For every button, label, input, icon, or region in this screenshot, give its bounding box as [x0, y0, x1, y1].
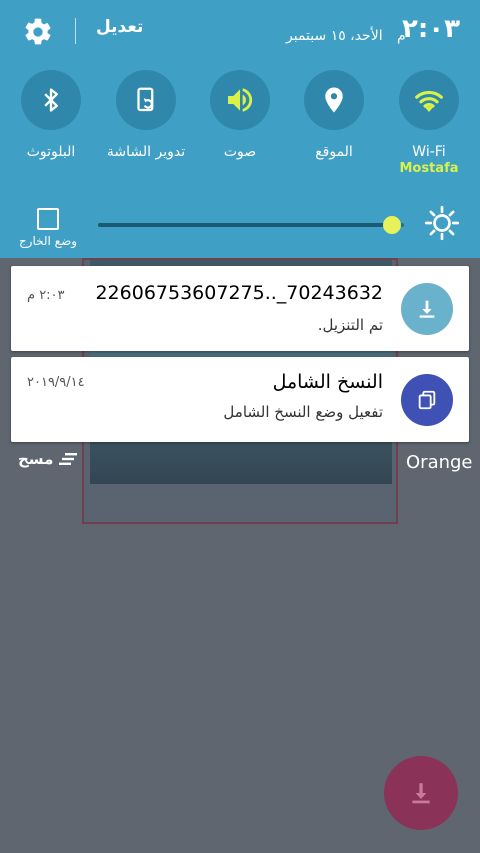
tile-location-label: الموقع — [315, 144, 353, 160]
notification-title: النسخ الشامل — [272, 371, 383, 393]
notification-body: تفعيل وضع النسخ الشامل — [223, 403, 383, 421]
notification-time: ٢:٠٣ م — [27, 288, 65, 303]
outdoor-mode-checkbox[interactable] — [37, 208, 59, 230]
tile-sound-label: صوت — [223, 144, 257, 160]
outdoor-mode-label: وضع الخارج — [18, 234, 78, 248]
clear-all-icon — [59, 453, 78, 465]
gear-icon[interactable] — [22, 16, 54, 48]
download-arrow-icon — [419, 300, 435, 318]
tile-wifi[interactable]: Wi-Fi Mostafa — [385, 70, 473, 176]
tile-bluetooth-circle[interactable] — [21, 70, 81, 130]
copy-icon — [401, 374, 453, 426]
clear-label: مسح — [18, 450, 54, 468]
tile-location-circle[interactable] — [304, 70, 364, 130]
tile-bluetooth[interactable]: البلوتوث — [7, 70, 95, 162]
brightness-slider-thumb[interactable] — [383, 216, 402, 234]
copy-pages-icon — [418, 390, 436, 410]
download-icon — [412, 783, 430, 804]
wifi-icon — [415, 90, 443, 113]
tile-rotate[interactable]: تدوير الشاشة — [102, 70, 190, 162]
header-divider — [75, 18, 76, 44]
download-icon — [401, 283, 453, 335]
notification-time: ٢٠١٩/٩/١٤ — [27, 375, 85, 390]
tile-wifi-circle[interactable] — [399, 70, 459, 130]
location-pin-icon — [325, 87, 343, 113]
tile-wifi-network: Mostafa — [399, 161, 459, 176]
download-fab[interactable] — [384, 756, 458, 830]
speaker-icon — [228, 88, 253, 112]
notification-download[interactable]: 22606753607275.._70243632 تم التنزيل. ٢:… — [11, 266, 469, 351]
carrier-label: Orange — [406, 452, 473, 473]
tile-rotate-label: تدوير الشاشة — [106, 144, 186, 160]
status-header: تعديل الأحد، ١٥ سبتمبر م ٢:٠٣ — [0, 0, 480, 62]
brightness-slider-fill — [98, 223, 393, 227]
bluetooth-icon — [44, 88, 58, 112]
brightness-icon[interactable] — [424, 205, 460, 241]
notification-clipboard[interactable]: النسخ الشامل تفعيل وضع النسخ الشامل ٢٠١٩… — [11, 357, 469, 442]
tile-sound[interactable]: صوت — [196, 70, 284, 162]
tile-sound-circle[interactable] — [210, 70, 270, 130]
clock: ٢:٠٣ — [401, 14, 460, 44]
notification-title: 22606753607275.._70243632 — [95, 282, 383, 304]
tile-wifi-label: Wi-Fi — [412, 144, 446, 160]
screen-rotation-icon — [137, 87, 154, 112]
tile-location[interactable]: الموقع — [290, 70, 378, 162]
brightness-slider[interactable] — [98, 216, 404, 234]
tile-rotate-circle[interactable] — [116, 70, 176, 130]
outdoor-mode-toggle[interactable]: وضع الخارج — [12, 208, 84, 248]
quick-panel: تعديل الأحد، ١٥ سبتمبر م ٢:٠٣ Wi-Fi Most… — [0, 0, 480, 258]
clear-button[interactable]: مسح — [18, 450, 78, 468]
notification-body: تم التنزيل. — [317, 316, 383, 334]
date-label: الأحد، ١٥ سبتمبر — [286, 28, 383, 44]
edit-button[interactable]: تعديل — [96, 17, 143, 37]
tile-bluetooth-label: البلوتوث — [26, 144, 76, 160]
